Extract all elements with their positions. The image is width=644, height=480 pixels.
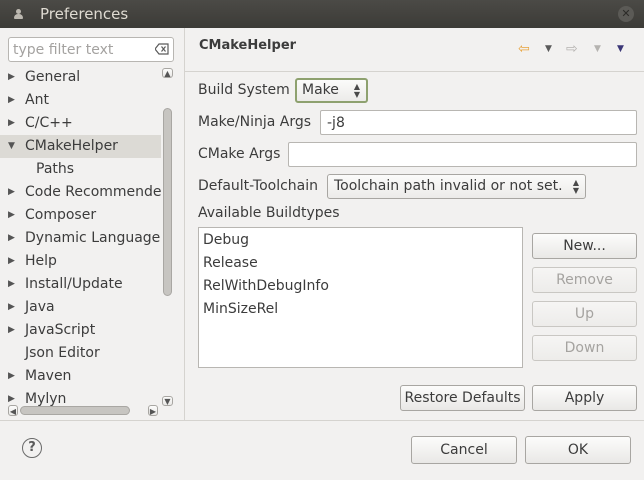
build-system-label: Build System [198,82,290,98]
back-history-dropdown-icon[interactable]: ▼ [545,44,552,54]
tree-item-javascript[interactable]: ▶ JavaScript [0,319,161,342]
build-system-value: Make [302,82,339,98]
expand-arrow-icon[interactable]: ▶ [8,273,15,296]
expand-arrow-icon[interactable]: ▶ [8,112,15,135]
expand-arrow-icon[interactable]: ▶ [8,204,15,227]
down-button[interactable]: Down [532,335,637,361]
cmake-args-label: CMake Args [198,146,281,162]
scroll-left-icon[interactable]: ◀ [8,405,18,416]
tree-item-install-update[interactable]: ▶ Install/Update [0,273,161,296]
expand-arrow-icon[interactable]: ▶ [8,227,15,250]
default-toolchain-label: Default-Toolchain [198,178,319,194]
forward-history-dropdown-icon[interactable]: ▼ [594,44,601,54]
list-item[interactable]: Release [203,255,258,271]
expand-arrow-icon[interactable]: ▶ [8,319,15,342]
expand-arrow-icon[interactable]: ▶ [8,250,15,273]
forward-arrow-icon[interactable]: ⇨ [566,41,578,57]
collapse-arrow-icon[interactable]: ▼ [8,135,15,158]
tree-vertical-scrollbar[interactable]: ▲ ▼ [161,66,174,408]
horizontal-scroll-thumb[interactable] [20,406,130,415]
app-icon [14,9,23,19]
restore-defaults-button[interactable]: Restore Defaults [400,385,525,411]
vertical-scroll-thumb[interactable] [163,108,172,296]
clear-filter-icon[interactable] [155,43,169,55]
tree-item-json-editor[interactable]: Json Editor [0,342,161,365]
close-icon[interactable]: ✕ [618,6,634,22]
list-item[interactable]: Debug [203,232,249,248]
cmake-args-input[interactable] [289,143,636,166]
expand-arrow-icon[interactable]: ▶ [8,365,15,388]
list-item[interactable]: RelWithDebugInfo [203,278,329,294]
cmake-args-field[interactable] [288,142,637,167]
tree-item-java[interactable]: ▶ Java [0,296,161,319]
tree-item-cmakehelper[interactable]: ▼ CMakeHelper [0,135,161,158]
window-title: Preferences [40,5,129,23]
tree-item-help[interactable]: ▶ Help [0,250,161,273]
expand-arrow-icon[interactable]: ▶ [8,89,15,112]
expand-arrow-icon[interactable]: ▶ [8,66,15,89]
sidebar: ▶General ▶Ant ▶C/C++ ▼CMakeHelper Paths … [0,28,184,420]
window-titlebar: Preferences ✕ [0,0,644,28]
up-button[interactable]: Up [532,301,637,327]
tree-item-code-recommenders[interactable]: ▶ Code Recommenders [0,181,161,204]
expand-arrow-icon[interactable]: ▶ [8,296,15,319]
scroll-down-icon[interactable]: ▼ [162,396,173,406]
tree-item-paths[interactable]: Paths [0,158,161,181]
scroll-right-icon[interactable]: ▶ [148,405,158,416]
tree-item-maven[interactable]: ▶ Maven [0,365,161,388]
sidebar-divider [184,28,185,420]
make-args-input[interactable] [321,111,636,134]
page-header: CMakeHelper ⇦ ▼ ⇨ ▼ ▼ [185,28,644,72]
default-toolchain-value: Toolchain path invalid or not set. [334,178,563,194]
filter-input[interactable] [13,40,151,59]
tree-horizontal-scrollbar[interactable]: ◀ ▶ [8,404,161,417]
apply-button[interactable]: Apply [532,385,637,411]
page-title: CMakeHelper [199,38,297,53]
new-button[interactable]: New... [532,233,637,259]
build-system-select[interactable]: Make ▲ ▼ [295,78,368,103]
tree-item-cpp[interactable]: ▶ C/C++ [0,112,161,135]
tree-item-general[interactable]: ▶ General [0,66,161,89]
default-toolchain-select[interactable]: Toolchain path invalid or not set. ▲ ▼ [327,174,586,199]
available-buildtypes-label: Available Buildtypes [198,205,340,221]
make-args-field[interactable] [320,110,637,135]
help-icon[interactable]: ? [22,438,42,458]
footer-separator [0,420,644,421]
ok-button[interactable]: OK [525,436,631,464]
buildtypes-list[interactable]: Debug Release RelWithDebugInfo MinSizeRe… [198,227,523,368]
cancel-button[interactable]: Cancel [411,436,517,464]
preference-tree: ▶ General ▶ Ant ▶ C/C++ ▼ CMakeHelper Paths … [0,66,161,408]
tree-item-composer[interactable]: ▶ Composer [0,204,161,227]
tree-item-dynamic-languages[interactable]: ▶ Dynamic Languages [0,227,161,250]
header-separator [185,71,644,72]
make-args-label: Make/Ninja Args [198,114,312,130]
scroll-up-icon[interactable]: ▲ [162,68,173,78]
tree-item-ant[interactable]: ▶ Ant [0,89,161,112]
expand-arrow-icon[interactable]: ▶ [8,181,15,204]
remove-button[interactable]: Remove [532,267,637,293]
back-arrow-icon[interactable]: ⇦ [518,41,530,57]
filter-box[interactable] [8,37,174,62]
view-menu-icon[interactable]: ▼ [617,44,624,54]
list-item[interactable]: MinSizeRel [203,301,278,317]
